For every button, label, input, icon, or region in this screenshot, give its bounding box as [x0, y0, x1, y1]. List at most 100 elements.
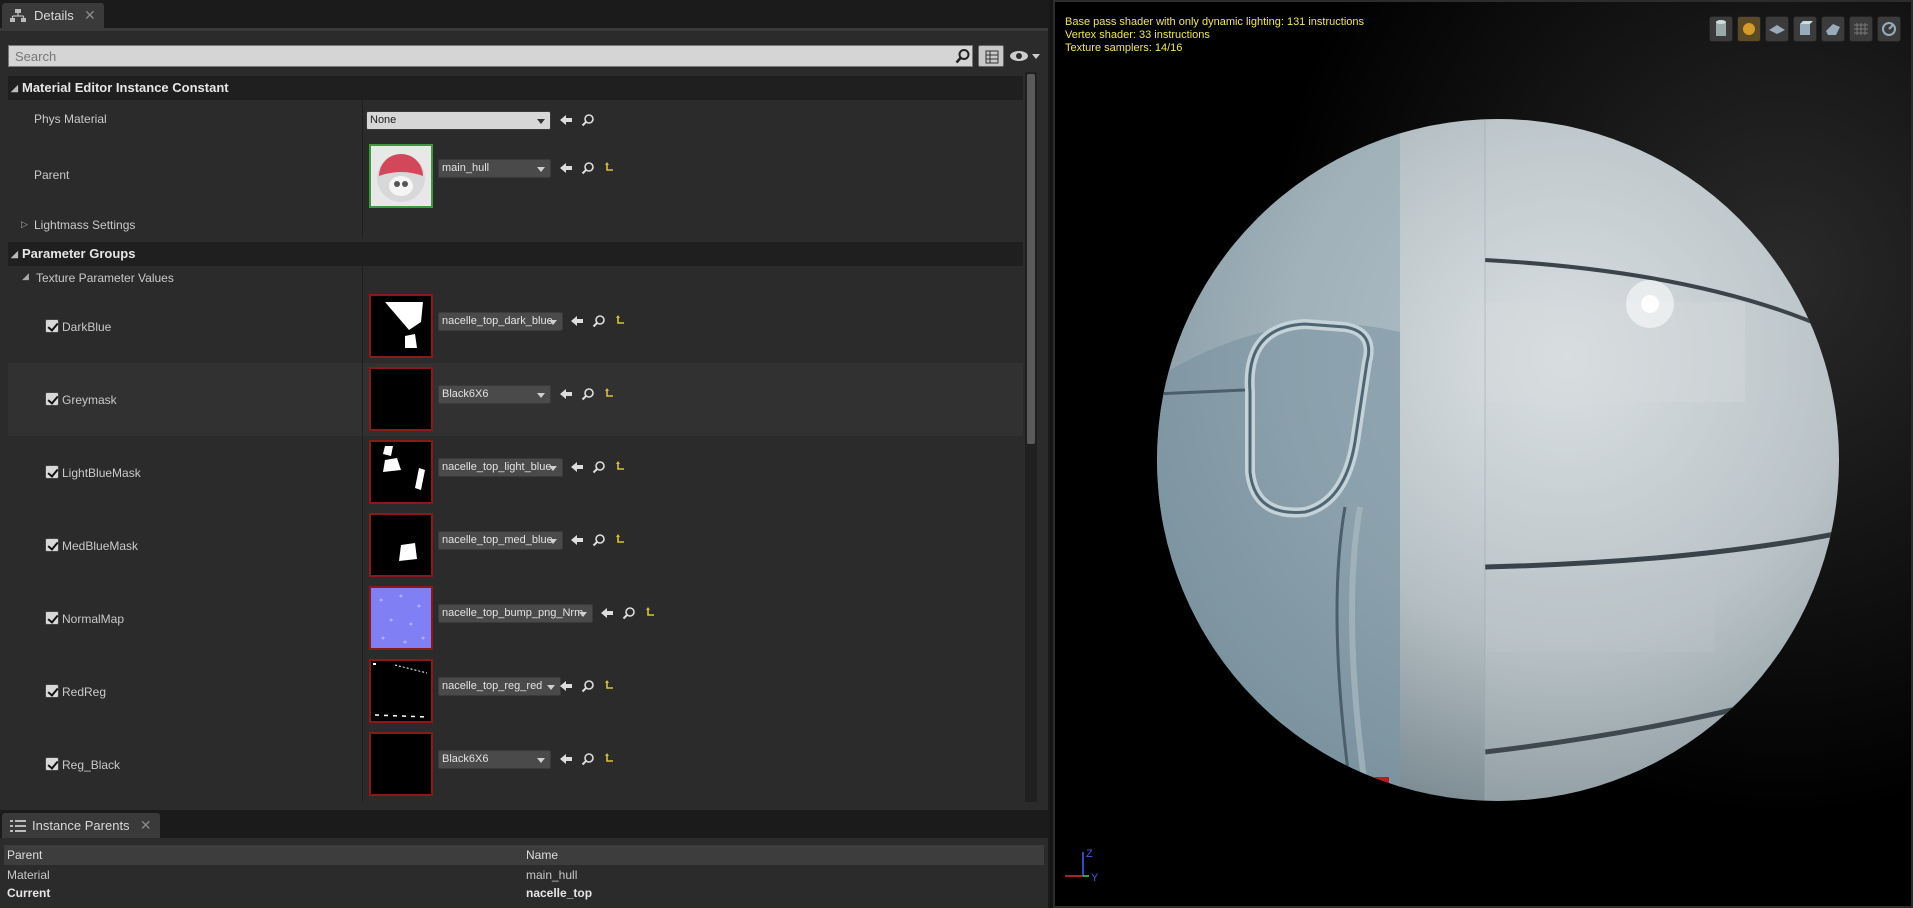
collapse-triangle-icon[interactable]: ◢ [11, 242, 18, 266]
tab-details[interactable]: Details ✕ [2, 3, 104, 28]
table-row[interactable]: Current nacelle_top [4, 885, 1044, 903]
stats-line-texture-samplers: Texture samplers: 14/16 [1065, 42, 1183, 54]
override-checkbox[interactable] [45, 757, 59, 771]
column-splitter[interactable] [362, 100, 363, 140]
expand-triangle-icon[interactable]: ▷ [21, 219, 28, 230]
browse-magnifier-icon[interactable] [581, 752, 595, 766]
collapse-triangle-icon[interactable]: ◢ [11, 76, 18, 100]
parent-dropdown[interactable]: main_hull [438, 159, 551, 178]
override-checkbox[interactable] [45, 319, 59, 333]
texture-thumbnail[interactable] [369, 732, 433, 796]
toggle-realtime-button[interactable] [1877, 16, 1901, 42]
collapse-triangle-icon[interactable]: ◢ [22, 271, 29, 282]
category-material-editor-instance-constant[interactable]: ◢ Material Editor Instance Constant [8, 76, 1023, 100]
preview-mesh-button[interactable] [1821, 16, 1845, 42]
texture-thumbnail[interactable] [369, 513, 433, 577]
texture-param-label: MedBlueMask [62, 539, 139, 553]
parent-thumbnail[interactable] [369, 144, 433, 208]
category-parameter-groups[interactable]: ◢ Parameter Groups [8, 242, 1023, 266]
chevron-down-icon [549, 320, 557, 325]
use-selected-arrow-icon[interactable] [570, 460, 584, 474]
texture-dropdown[interactable]: nacelle_top_dark_blue [438, 312, 563, 331]
texture-dropdown[interactable]: nacelle_top_bump_png_Nrm [438, 604, 593, 623]
use-selected-arrow-icon[interactable] [570, 314, 584, 328]
browse-magnifier-icon[interactable] [581, 161, 595, 175]
override-checkbox[interactable] [45, 465, 59, 479]
reset-to-default-icon[interactable] [614, 533, 628, 547]
override-checkbox[interactable] [45, 538, 59, 552]
override-checkbox[interactable] [45, 684, 59, 698]
preview-sphere[interactable]: Z Y [1055, 2, 1911, 906]
use-selected-arrow-icon[interactable] [559, 679, 573, 693]
table-row[interactable]: Material main_hull [4, 867, 1044, 885]
column-splitter[interactable] [362, 140, 363, 212]
reset-to-default-icon[interactable] [603, 679, 617, 693]
use-selected-arrow-icon[interactable] [559, 752, 573, 766]
column-splitter[interactable] [362, 655, 363, 728]
property-matrix-button[interactable] [978, 45, 1004, 67]
texture-dropdown[interactable]: nacelle_top_light_blue [438, 458, 563, 477]
column-splitter[interactable] [362, 801, 363, 802]
use-selected-arrow-icon[interactable] [559, 113, 573, 127]
column-splitter[interactable] [362, 266, 363, 290]
column-splitter[interactable] [362, 363, 363, 436]
column-splitter[interactable] [362, 509, 363, 582]
group-row-texture-parameter-values[interactable]: ◢ Texture Parameter Values [8, 266, 1023, 290]
reset-to-default-icon[interactable] [614, 460, 628, 474]
reset-to-default-icon[interactable] [603, 387, 617, 401]
close-icon[interactable]: ✕ [140, 813, 152, 838]
phys-material-dropdown[interactable]: None [366, 111, 551, 130]
browse-magnifier-icon[interactable] [592, 533, 606, 547]
use-selected-arrow-icon[interactable] [600, 606, 614, 620]
override-checkbox[interactable] [45, 392, 59, 406]
texture-thumbnail[interactable] [369, 294, 433, 358]
property-row-lightmass[interactable]: ▷ Lightmass Settings [8, 212, 1023, 238]
texture-thumbnail[interactable] [369, 367, 433, 431]
texture-dropdown[interactable]: Black6X6 [438, 750, 551, 769]
details-scrollbar[interactable] [1025, 72, 1037, 802]
reset-to-default-icon[interactable] [614, 314, 628, 328]
browse-magnifier-icon[interactable] [581, 113, 595, 127]
column-splitter[interactable] [362, 290, 363, 363]
texture-dropdown[interactable]: nacelle_top_med_blue [438, 531, 563, 550]
override-checkbox[interactable] [45, 611, 59, 625]
column-splitter[interactable] [362, 728, 363, 801]
column-splitter[interactable] [362, 212, 363, 238]
texture-dropdown[interactable]: Black6X6 [438, 385, 551, 404]
texture-param-label: Reg_Black [62, 758, 121, 772]
view-options-button[interactable] [1008, 45, 1041, 67]
close-icon[interactable]: ✕ [84, 3, 96, 28]
preview-plane-button[interactable] [1765, 16, 1789, 42]
texture-thumbnail[interactable] [369, 659, 433, 723]
column-header-parent[interactable]: Parent [7, 848, 42, 862]
texture-dropdown[interactable]: nacelle_top_reg_red [438, 677, 561, 696]
use-selected-arrow-icon[interactable] [570, 533, 584, 547]
scrollbar-thumb[interactable] [1027, 74, 1035, 444]
mask-thumbnail-image [385, 302, 423, 348]
details-scroll-area[interactable]: ◢ Material Editor Instance Constant Phys… [8, 72, 1023, 802]
column-header-name[interactable]: Name [526, 848, 558, 862]
browse-magnifier-icon[interactable] [592, 460, 606, 474]
texture-thumbnail[interactable] [369, 586, 433, 650]
toggle-grid-button[interactable] [1849, 16, 1873, 42]
browse-magnifier-icon[interactable] [592, 314, 606, 328]
use-selected-arrow-icon[interactable] [559, 387, 573, 401]
browse-magnifier-icon[interactable] [581, 679, 595, 693]
search-input[interactable] [8, 45, 973, 67]
preview-sphere-button[interactable] [1737, 16, 1761, 42]
tab-instance-parents[interactable]: Instance Parents ✕ [2, 813, 160, 838]
material-preview-viewport[interactable]: Z Y Base pass shader with only dynamic l… [1053, 0, 1913, 908]
browse-magnifier-icon[interactable] [581, 387, 595, 401]
reset-to-default-icon[interactable] [603, 161, 617, 175]
column-splitter[interactable] [362, 436, 363, 509]
browse-magnifier-icon[interactable] [622, 606, 636, 620]
texture-thumbnail[interactable] [369, 440, 433, 504]
preview-cylinder-button[interactable] [1709, 16, 1733, 42]
search-icon[interactable] [955, 48, 971, 64]
reset-to-default-icon[interactable] [644, 606, 658, 620]
preview-cube-button[interactable] [1793, 16, 1817, 42]
use-selected-arrow-icon[interactable] [559, 161, 573, 175]
reset-to-default-icon[interactable] [603, 752, 617, 766]
column-splitter[interactable] [362, 582, 363, 655]
chevron-down-icon [537, 758, 545, 763]
